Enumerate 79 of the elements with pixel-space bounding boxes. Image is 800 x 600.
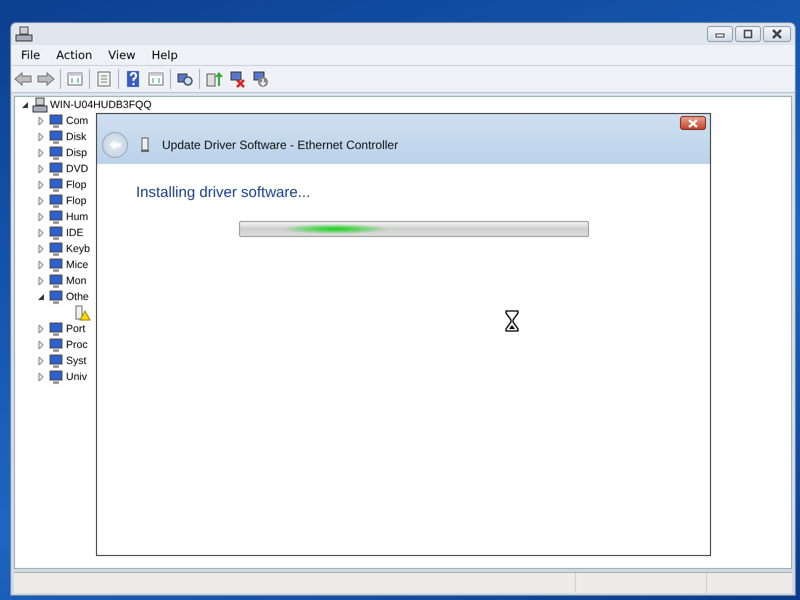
expand-icon[interactable] (37, 277, 46, 285)
dialog-title: Update Driver Software - Ethernet Controller (162, 138, 398, 152)
maximize-icon (742, 29, 754, 39)
expand-icon[interactable] (37, 149, 46, 157)
console-tree-icon[interactable] (66, 70, 84, 88)
back-button[interactable] (102, 132, 128, 158)
collapse-icon[interactable] (37, 293, 46, 301)
device-icon (48, 257, 64, 273)
tree-item[interactable]: Mon (66, 275, 86, 287)
tree-item[interactable]: Syst (66, 355, 86, 367)
tree-item[interactable]: Univ (66, 371, 88, 383)
tree-item[interactable]: IDE (66, 227, 84, 239)
device-icon (48, 369, 64, 385)
minimize-button[interactable] (707, 26, 733, 42)
disable-icon[interactable] (228, 70, 246, 88)
device-icon (48, 225, 64, 241)
expand-icon[interactable] (37, 229, 46, 237)
expand-icon[interactable] (37, 341, 46, 349)
hourglass-icon (505, 310, 519, 332)
tree-item[interactable]: Com (66, 115, 88, 127)
tree-item[interactable]: Mice (66, 259, 88, 271)
device-icon (48, 161, 64, 177)
computer-icon (32, 97, 48, 113)
tree-item[interactable]: Keyb (66, 243, 90, 255)
device-icon (48, 129, 64, 145)
tree-item[interactable]: WIN-U04HUDB3FQQ (50, 99, 152, 111)
device-icon (48, 353, 64, 369)
device-icon (48, 273, 64, 289)
expand-icon[interactable] (37, 165, 46, 173)
expand-icon[interactable] (37, 357, 46, 365)
properties-icon[interactable] (95, 70, 113, 88)
uninstall-icon[interactable] (251, 70, 269, 88)
status-heading: Installing driver software... (136, 184, 312, 201)
close-button[interactable] (763, 26, 791, 42)
device-icon (48, 209, 64, 225)
device-icon (48, 337, 64, 353)
tree-item[interactable]: DVD (66, 163, 88, 175)
back-arrow-icon (108, 139, 122, 151)
collapse-icon[interactable] (21, 101, 30, 109)
menu-item[interactable]: Action (48, 48, 100, 62)
tree-item[interactable]: Port (66, 323, 86, 335)
expand-icon[interactable] (37, 133, 46, 141)
device-icon (48, 113, 64, 129)
expand-icon[interactable] (37, 197, 46, 205)
tree-item[interactable]: Disp (66, 147, 88, 159)
device-icon (48, 289, 64, 305)
close-icon (770, 29, 784, 39)
expand-icon[interactable] (37, 213, 46, 221)
network-adapter-icon (140, 137, 150, 153)
forward-arrow-icon[interactable] (37, 70, 55, 88)
menu-item[interactable]: File (13, 48, 48, 62)
close-icon (687, 118, 699, 128)
help-icon[interactable] (124, 70, 142, 88)
device-icon (48, 193, 64, 209)
menu-item[interactable]: View (100, 48, 144, 62)
expand-icon[interactable] (37, 245, 46, 253)
warning-device-icon[interactable] (73, 305, 91, 321)
maximize-button[interactable] (735, 26, 761, 42)
update-driver-icon[interactable] (205, 70, 223, 88)
tree-item[interactable]: Othe (66, 291, 89, 303)
expand-icon[interactable] (37, 117, 46, 125)
device-icon (48, 145, 64, 161)
tree-item[interactable]: Disk (66, 131, 86, 143)
tree-item[interactable]: Flop (66, 179, 86, 191)
expand-icon[interactable] (37, 181, 46, 189)
close-button[interactable] (680, 116, 706, 130)
device-icon (48, 321, 64, 337)
action-pane-icon[interactable] (147, 70, 165, 88)
tree-item[interactable]: Proc (66, 339, 88, 351)
device-icon (48, 241, 64, 257)
computer-icon (15, 26, 33, 42)
back-arrow-icon[interactable] (14, 70, 32, 88)
expand-icon[interactable] (37, 261, 46, 269)
device-icon (48, 177, 64, 193)
menu-item[interactable]: Help (144, 48, 186, 62)
expand-icon[interactable] (37, 325, 46, 333)
expand-icon[interactable] (37, 373, 46, 381)
tree-item[interactable]: Flop (66, 195, 86, 207)
tree-item[interactable]: Hum (66, 211, 88, 223)
